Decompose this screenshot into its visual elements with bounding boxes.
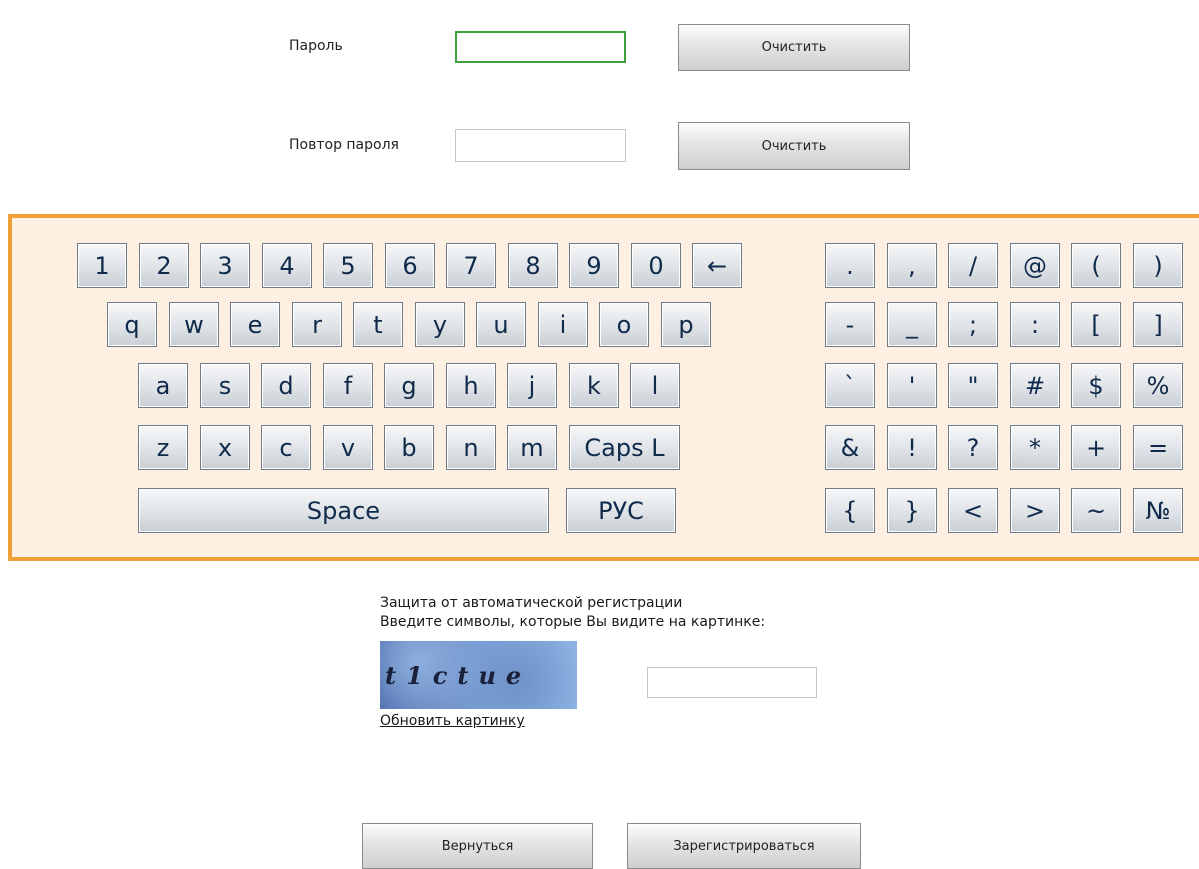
exclamation-key[interactable]: !	[887, 425, 937, 470]
key-t[interactable]: t	[353, 302, 403, 347]
key-2[interactable]: 2	[139, 243, 189, 288]
period-key[interactable]: .	[825, 243, 875, 288]
right-paren-key[interactable]: )	[1133, 243, 1183, 288]
numero-key[interactable]: №	[1133, 488, 1183, 533]
equals-key[interactable]: =	[1133, 425, 1183, 470]
key-6[interactable]: 6	[385, 243, 435, 288]
left-brace-key[interactable]: {	[825, 488, 875, 533]
clear-repeat-password-button[interactable]: Очистить	[678, 122, 910, 170]
quote-key[interactable]: "	[948, 363, 998, 408]
captcha-title: Защита от автоматической регистрации	[380, 595, 683, 611]
key-l[interactable]: l	[630, 363, 680, 408]
asterisk-key[interactable]: *	[1010, 425, 1060, 470]
hash-key[interactable]: #	[1010, 363, 1060, 408]
caps-lock-key[interactable]: Caps L	[569, 425, 680, 470]
key-k[interactable]: k	[569, 363, 619, 408]
less-than-key[interactable]: <	[948, 488, 998, 533]
repeat-password-label: Повтор пароля	[289, 137, 399, 153]
key-d[interactable]: d	[261, 363, 311, 408]
key-r[interactable]: r	[292, 302, 342, 347]
key-7[interactable]: 7	[446, 243, 496, 288]
slash-key[interactable]: /	[948, 243, 998, 288]
captcha-instructions: Защита от автоматической регистрации Вве…	[380, 594, 765, 632]
captcha-input[interactable]	[647, 667, 817, 698]
key-3[interactable]: 3	[200, 243, 250, 288]
right-brace-key[interactable]: }	[887, 488, 937, 533]
captcha-image-text: t1ctue	[385, 661, 532, 690]
backspace-key[interactable]: ←	[692, 243, 742, 288]
apostrophe-key[interactable]: '	[887, 363, 937, 408]
key-p[interactable]: p	[661, 302, 711, 347]
greater-than-key[interactable]: >	[1010, 488, 1060, 533]
back-button[interactable]: Вернуться	[362, 823, 593, 869]
key-1[interactable]: 1	[77, 243, 127, 288]
key-j[interactable]: j	[507, 363, 557, 408]
key-8[interactable]: 8	[508, 243, 558, 288]
key-y[interactable]: y	[415, 302, 465, 347]
key-9[interactable]: 9	[569, 243, 619, 288]
semicolon-key[interactable]: ;	[948, 302, 998, 347]
plus-key[interactable]: +	[1071, 425, 1121, 470]
password-label: Пароль	[289, 38, 343, 54]
key-z[interactable]: z	[138, 425, 188, 470]
key-s[interactable]: s	[200, 363, 250, 408]
key-q[interactable]: q	[107, 302, 157, 347]
key-c[interactable]: c	[261, 425, 311, 470]
key-x[interactable]: x	[200, 425, 250, 470]
percent-key[interactable]: %	[1133, 363, 1183, 408]
comma-key[interactable]: ,	[887, 243, 937, 288]
key-i[interactable]: i	[538, 302, 588, 347]
space-key[interactable]: Space	[138, 488, 549, 533]
key-w[interactable]: w	[169, 302, 219, 347]
key-5[interactable]: 5	[323, 243, 373, 288]
key-4[interactable]: 4	[262, 243, 312, 288]
right-bracket-key[interactable]: ]	[1133, 302, 1183, 347]
tilde-key[interactable]: ~	[1071, 488, 1121, 533]
language-toggle-key[interactable]: РУС	[566, 488, 676, 533]
colon-key[interactable]: :	[1010, 302, 1060, 347]
key-e[interactable]: e	[230, 302, 280, 347]
password-input[interactable]	[455, 31, 626, 63]
left-paren-key[interactable]: (	[1071, 243, 1121, 288]
key-m[interactable]: m	[507, 425, 557, 470]
refresh-captcha-link[interactable]: Обновить картинку	[380, 713, 525, 729]
underscore-key[interactable]: _	[887, 302, 937, 347]
at-key[interactable]: @	[1010, 243, 1060, 288]
key-b[interactable]: b	[384, 425, 434, 470]
captcha-image: t1ctue	[380, 641, 577, 709]
key-o[interactable]: o	[599, 302, 649, 347]
key-v[interactable]: v	[323, 425, 373, 470]
key-g[interactable]: g	[384, 363, 434, 408]
question-key[interactable]: ?	[948, 425, 998, 470]
ampersand-key[interactable]: &	[825, 425, 875, 470]
key-f[interactable]: f	[323, 363, 373, 408]
backtick-key[interactable]: `	[825, 363, 875, 408]
key-a[interactable]: a	[138, 363, 188, 408]
register-button[interactable]: Зарегистрироваться	[627, 823, 861, 869]
dollar-key[interactable]: $	[1071, 363, 1121, 408]
key-u[interactable]: u	[476, 302, 526, 347]
key-h[interactable]: h	[446, 363, 496, 408]
left-bracket-key[interactable]: [	[1071, 302, 1121, 347]
minus-key[interactable]: -	[825, 302, 875, 347]
key-n[interactable]: n	[446, 425, 496, 470]
clear-password-button[interactable]: Очистить	[678, 24, 910, 71]
repeat-password-input[interactable]	[455, 129, 626, 162]
key-0[interactable]: 0	[631, 243, 681, 288]
captcha-hint: Введите символы, которые Вы видите на ка…	[380, 614, 766, 630]
